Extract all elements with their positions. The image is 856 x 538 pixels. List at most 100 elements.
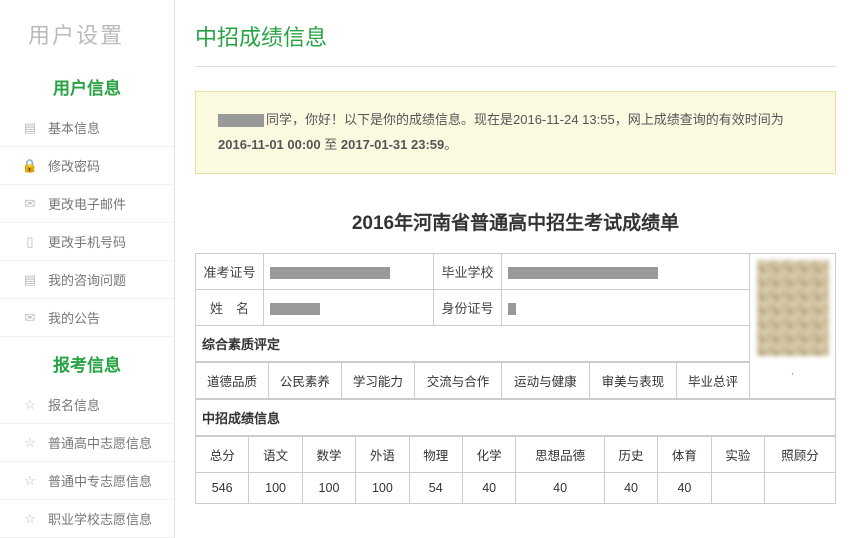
score-section-row: 中招成绩信息 — [196, 400, 836, 436]
field-exam-no-label: 准考证号 — [196, 254, 264, 290]
sidebar-item-label: 我的公告 — [48, 308, 100, 327]
score-head: 物理 — [409, 437, 462, 473]
score-head: 外语 — [356, 437, 409, 473]
field-exam-no-value — [264, 254, 434, 290]
score-val: 40 — [604, 473, 657, 504]
score-head: 总分 — [196, 437, 249, 473]
score-head: 思想品德 — [516, 437, 605, 473]
score-head: 体育 — [658, 437, 711, 473]
sidebar-item-label: 报名信息 — [48, 395, 100, 414]
main-content: 中招成绩信息 同学，你好！以下是你的成绩信息。现在是2016-11-24 13:… — [175, 0, 856, 538]
student-photo — [757, 260, 829, 356]
quality-section-title: 综合素质评定 — [196, 326, 750, 362]
table-row: 546 100 100 100 54 40 40 40 40 — [196, 473, 836, 504]
score-val: 100 — [356, 473, 409, 504]
score-val: 100 — [302, 473, 355, 504]
table-row: 准考证号 毕业学校 — [196, 254, 750, 290]
field-idcard-value — [502, 290, 750, 326]
score-val — [711, 473, 764, 504]
quality-head-cell: 交流与合作 — [414, 363, 501, 399]
sidebar-item-label: 普通中专志愿信息 — [48, 471, 152, 490]
star-icon: ☆ — [22, 435, 38, 451]
table-row: 姓 名 身份证号 — [196, 290, 750, 326]
score-val: 54 — [409, 473, 462, 504]
note-icon: ▤ — [22, 272, 38, 288]
star-icon: ☆ — [22, 511, 38, 527]
sidebar-item-secondary-pref[interactable]: ☆ 普通中专志愿信息 — [0, 462, 174, 500]
info-table: 准考证号 毕业学校 姓 名 身份证号 综合素质评定 — [195, 253, 750, 362]
notice-box: 同学，你好！以下是你的成绩信息。现在是2016-11-24 13:55，网上成绩… — [195, 91, 836, 174]
sidebar-item-label: 普通高中志愿信息 — [48, 433, 152, 452]
score-val: 40 — [462, 473, 515, 504]
sidebar-item-highschool-pref[interactable]: ☆ 普通高中志愿信息 — [0, 424, 174, 462]
table-row: 道德品质 公民素养 学习能力 交流与合作 运动与健康 审美与表现 毕业总评 — [196, 363, 750, 399]
notice-start: 2016-11-01 00:00 — [218, 137, 321, 152]
notice-end: 2017-01-31 23:59 — [341, 137, 444, 152]
quality-head-cell: 审美与表现 — [589, 363, 676, 399]
score-val: 100 — [249, 473, 302, 504]
sidebar-section-user: 用户信息 — [0, 60, 174, 109]
score-val: 546 — [196, 473, 249, 504]
star-icon: ☆ — [22, 473, 38, 489]
sidebar-item-apply-info[interactable]: ☆ 报名信息 — [0, 386, 174, 424]
report-wrap: 准考证号 毕业学校 姓 名 身份证号 综合素质评定 — [195, 253, 836, 399]
sidebar-item-label: 更改手机号码 — [48, 232, 126, 251]
sidebar-section-apply: 报考信息 — [0, 337, 174, 386]
score-head: 化学 — [462, 437, 515, 473]
page-title: 中招成绩信息 — [195, 0, 836, 67]
score-head: 历史 — [604, 437, 657, 473]
notice-text: 同学，你好！以下是你的成绩信息。现在是 — [266, 112, 513, 127]
photo-cell: · — [750, 253, 836, 399]
sidebar-item-my-questions[interactable]: ▤ 我的咨询问题 — [0, 261, 174, 299]
quality-head-cell: 道德品质 — [196, 363, 269, 399]
doc-icon: ▤ — [22, 120, 38, 136]
sidebar-item-vocational-pref[interactable]: ☆ 职业学校志愿信息 — [0, 500, 174, 538]
score-val: 40 — [658, 473, 711, 504]
quality-head-cell: 公民素养 — [268, 363, 341, 399]
sidebar: 用户设置 用户信息 ▤ 基本信息 🔒 修改密码 ✉ 更改电子邮件 ▯ 更改手机号… — [0, 0, 175, 538]
quality-table: 道德品质 公民素养 学习能力 交流与合作 运动与健康 审美与表现 毕业总评 — [195, 362, 750, 399]
star-icon: ☆ — [22, 397, 38, 413]
field-idcard-label: 身份证号 — [434, 290, 502, 326]
notice-text: 至 — [321, 137, 341, 152]
sidebar-item-label: 职业学校志愿信息 — [48, 509, 152, 528]
score-head: 实验 — [711, 437, 764, 473]
table-row: 总分 语文 数学 外语 物理 化学 思想品德 历史 体育 实验 照顾分 — [196, 437, 836, 473]
score-table: 总分 语文 数学 外语 物理 化学 思想品德 历史 体育 实验 照顾分 546 … — [195, 436, 836, 504]
sidebar-item-change-email[interactable]: ✉ 更改电子邮件 — [0, 185, 174, 223]
sidebar-item-my-notices[interactable]: ✉ 我的公告 — [0, 299, 174, 337]
quality-section-row: 综合素质评定 — [196, 326, 750, 362]
sidebar-item-change-password[interactable]: 🔒 修改密码 — [0, 147, 174, 185]
report-title: 2016年河南省普通高中招生考试成绩单 — [195, 194, 836, 253]
field-school-label: 毕业学校 — [434, 254, 502, 290]
score-val: 40 — [516, 473, 605, 504]
lock-icon: 🔒 — [22, 158, 38, 174]
score-section-table: 中招成绩信息 — [195, 399, 836, 436]
score-section-title: 中招成绩信息 — [196, 400, 836, 436]
redacted-name — [218, 114, 264, 127]
field-school-value — [502, 254, 750, 290]
redacted-bar — [270, 267, 390, 279]
field-name-value — [264, 290, 434, 326]
score-head: 照顾分 — [765, 437, 836, 473]
score-val — [765, 473, 836, 504]
redacted-bar — [270, 303, 320, 315]
sidebar-item-label: 修改密码 — [48, 156, 100, 175]
mail-icon: ✉ — [22, 196, 38, 212]
notice-text: 。 — [444, 137, 457, 152]
sidebar-item-label: 我的咨询问题 — [48, 270, 126, 289]
score-head: 语文 — [249, 437, 302, 473]
notice-now: 2016-11-24 13:55 — [513, 112, 615, 127]
sidebar-item-basic-info[interactable]: ▤ 基本信息 — [0, 109, 174, 147]
notice-text: ，网上成绩查询的有效时间为 — [615, 112, 784, 127]
sidebar-title: 用户设置 — [0, 0, 174, 60]
quality-head-cell: 运动与健康 — [502, 363, 589, 399]
field-name-label: 姓 名 — [196, 290, 264, 326]
phone-icon: ▯ — [22, 234, 38, 250]
sidebar-item-label: 基本信息 — [48, 118, 100, 137]
sidebar-item-change-phone[interactable]: ▯ 更改手机号码 — [0, 223, 174, 261]
redacted-bar — [508, 303, 516, 315]
redacted-bar — [508, 267, 658, 279]
quality-head-cell: 学习能力 — [341, 363, 414, 399]
score-head: 数学 — [302, 437, 355, 473]
